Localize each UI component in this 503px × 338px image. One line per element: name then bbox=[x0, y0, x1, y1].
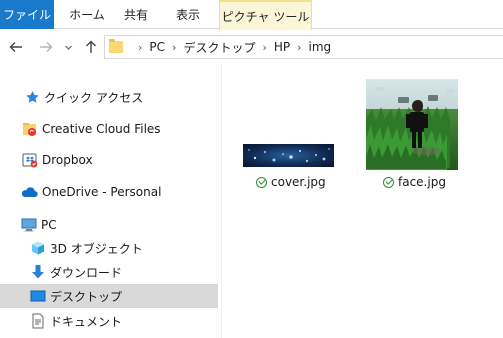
file-label-face[interactable]: face.jpg bbox=[383, 175, 446, 189]
chevron-right-icon: › bbox=[262, 40, 267, 54]
recent-locations-button[interactable] bbox=[62, 38, 74, 56]
sidebar-item-onedrive[interactable]: OneDrive - Personal bbox=[0, 180, 218, 204]
sidebar-item-label: Dropbox bbox=[42, 153, 93, 167]
sidebar-item-label: デスクトップ bbox=[50, 289, 123, 304]
sidebar-item-dropbox[interactable]: Dropbox bbox=[0, 148, 218, 172]
file-label-cover[interactable]: cover.jpg bbox=[256, 175, 326, 189]
sidebar-item-creative-cloud[interactable]: Creative Cloud Files bbox=[0, 117, 218, 141]
ribbon: ファイル ホーム 共有 表示 ピクチャ ツール bbox=[0, 0, 503, 30]
chevron-right-icon: › bbox=[297, 40, 302, 54]
cube-icon bbox=[30, 240, 46, 256]
sidebar-item-desktop[interactable]: デスクトップ bbox=[0, 284, 218, 308]
tab-share[interactable]: 共有 bbox=[114, 0, 158, 29]
sidebar-item-label: 3D オブジェクト bbox=[50, 241, 143, 256]
tab-home[interactable]: ホーム bbox=[62, 0, 112, 29]
thumbnail-image bbox=[366, 79, 458, 183]
sidebar-item-3d-objects[interactable]: 3D オブジェクト bbox=[0, 236, 218, 260]
file-list: cover.jpg face.jpg bbox=[222, 64, 503, 338]
chevron-right-icon: › bbox=[138, 40, 143, 54]
file-item-cover[interactable] bbox=[243, 144, 334, 167]
sidebar-item-documents[interactable]: ドキュメント bbox=[0, 309, 218, 333]
sidebar-item-quick-access[interactable]: クイック アクセス bbox=[0, 85, 218, 109]
thumbnail-image bbox=[243, 144, 334, 167]
arrow-right-icon bbox=[40, 42, 53, 52]
cloud-icon bbox=[20, 184, 38, 200]
computer-icon bbox=[21, 217, 37, 233]
sidebar-item-label: Creative Cloud Files bbox=[42, 122, 161, 136]
sync-check-icon bbox=[256, 176, 267, 188]
back-button[interactable] bbox=[7, 38, 25, 56]
download-arrow-icon bbox=[30, 264, 46, 280]
navigation-pane: クイック アクセス Creative Cloud Files Dropbox O… bbox=[0, 64, 222, 338]
breadcrumb-desktop[interactable]: デスクトップ bbox=[183, 39, 255, 56]
document-icon bbox=[30, 313, 46, 329]
chevron-right-icon: › bbox=[172, 40, 177, 54]
desktop-icon bbox=[30, 288, 46, 304]
sidebar-item-label: ダウンロード bbox=[50, 265, 123, 280]
tab-picture-tools[interactable]: ピクチャ ツール bbox=[219, 0, 312, 30]
file-name: face.jpg bbox=[398, 175, 446, 189]
up-button[interactable] bbox=[82, 38, 100, 56]
sidebar-item-downloads[interactable]: ダウンロード bbox=[0, 260, 218, 284]
file-name: cover.jpg bbox=[271, 175, 326, 189]
folder-icon bbox=[109, 39, 123, 53]
arrow-left-icon bbox=[9, 42, 22, 52]
address-bar[interactable]: › PC › デスクトップ › HP › img bbox=[104, 35, 503, 59]
tab-file[interactable]: ファイル bbox=[0, 0, 54, 29]
dropbox-icon bbox=[22, 152, 38, 168]
tab-view[interactable]: 表示 bbox=[166, 0, 210, 29]
sidebar-item-label: ドキュメント bbox=[50, 314, 123, 329]
sidebar-item-pc[interactable]: PC bbox=[0, 213, 218, 237]
chevron-down-icon bbox=[64, 45, 72, 50]
sync-check-icon bbox=[383, 176, 394, 188]
sidebar-item-label: PC bbox=[41, 218, 57, 232]
file-item-face[interactable] bbox=[366, 79, 458, 183]
star-icon bbox=[24, 89, 40, 105]
arrow-up-icon bbox=[86, 40, 96, 53]
breadcrumb-img[interactable]: img bbox=[309, 40, 332, 54]
navigation-bar: › PC › デスクトップ › HP › img bbox=[0, 30, 503, 64]
sidebar-item-label: OneDrive - Personal bbox=[42, 185, 162, 199]
sidebar-item-label: クイック アクセス bbox=[44, 90, 144, 105]
creative-cloud-icon bbox=[22, 121, 38, 137]
forward-button[interactable] bbox=[37, 38, 55, 56]
breadcrumb-hp[interactable]: HP bbox=[274, 40, 290, 54]
breadcrumb-pc[interactable]: PC bbox=[149, 40, 165, 54]
